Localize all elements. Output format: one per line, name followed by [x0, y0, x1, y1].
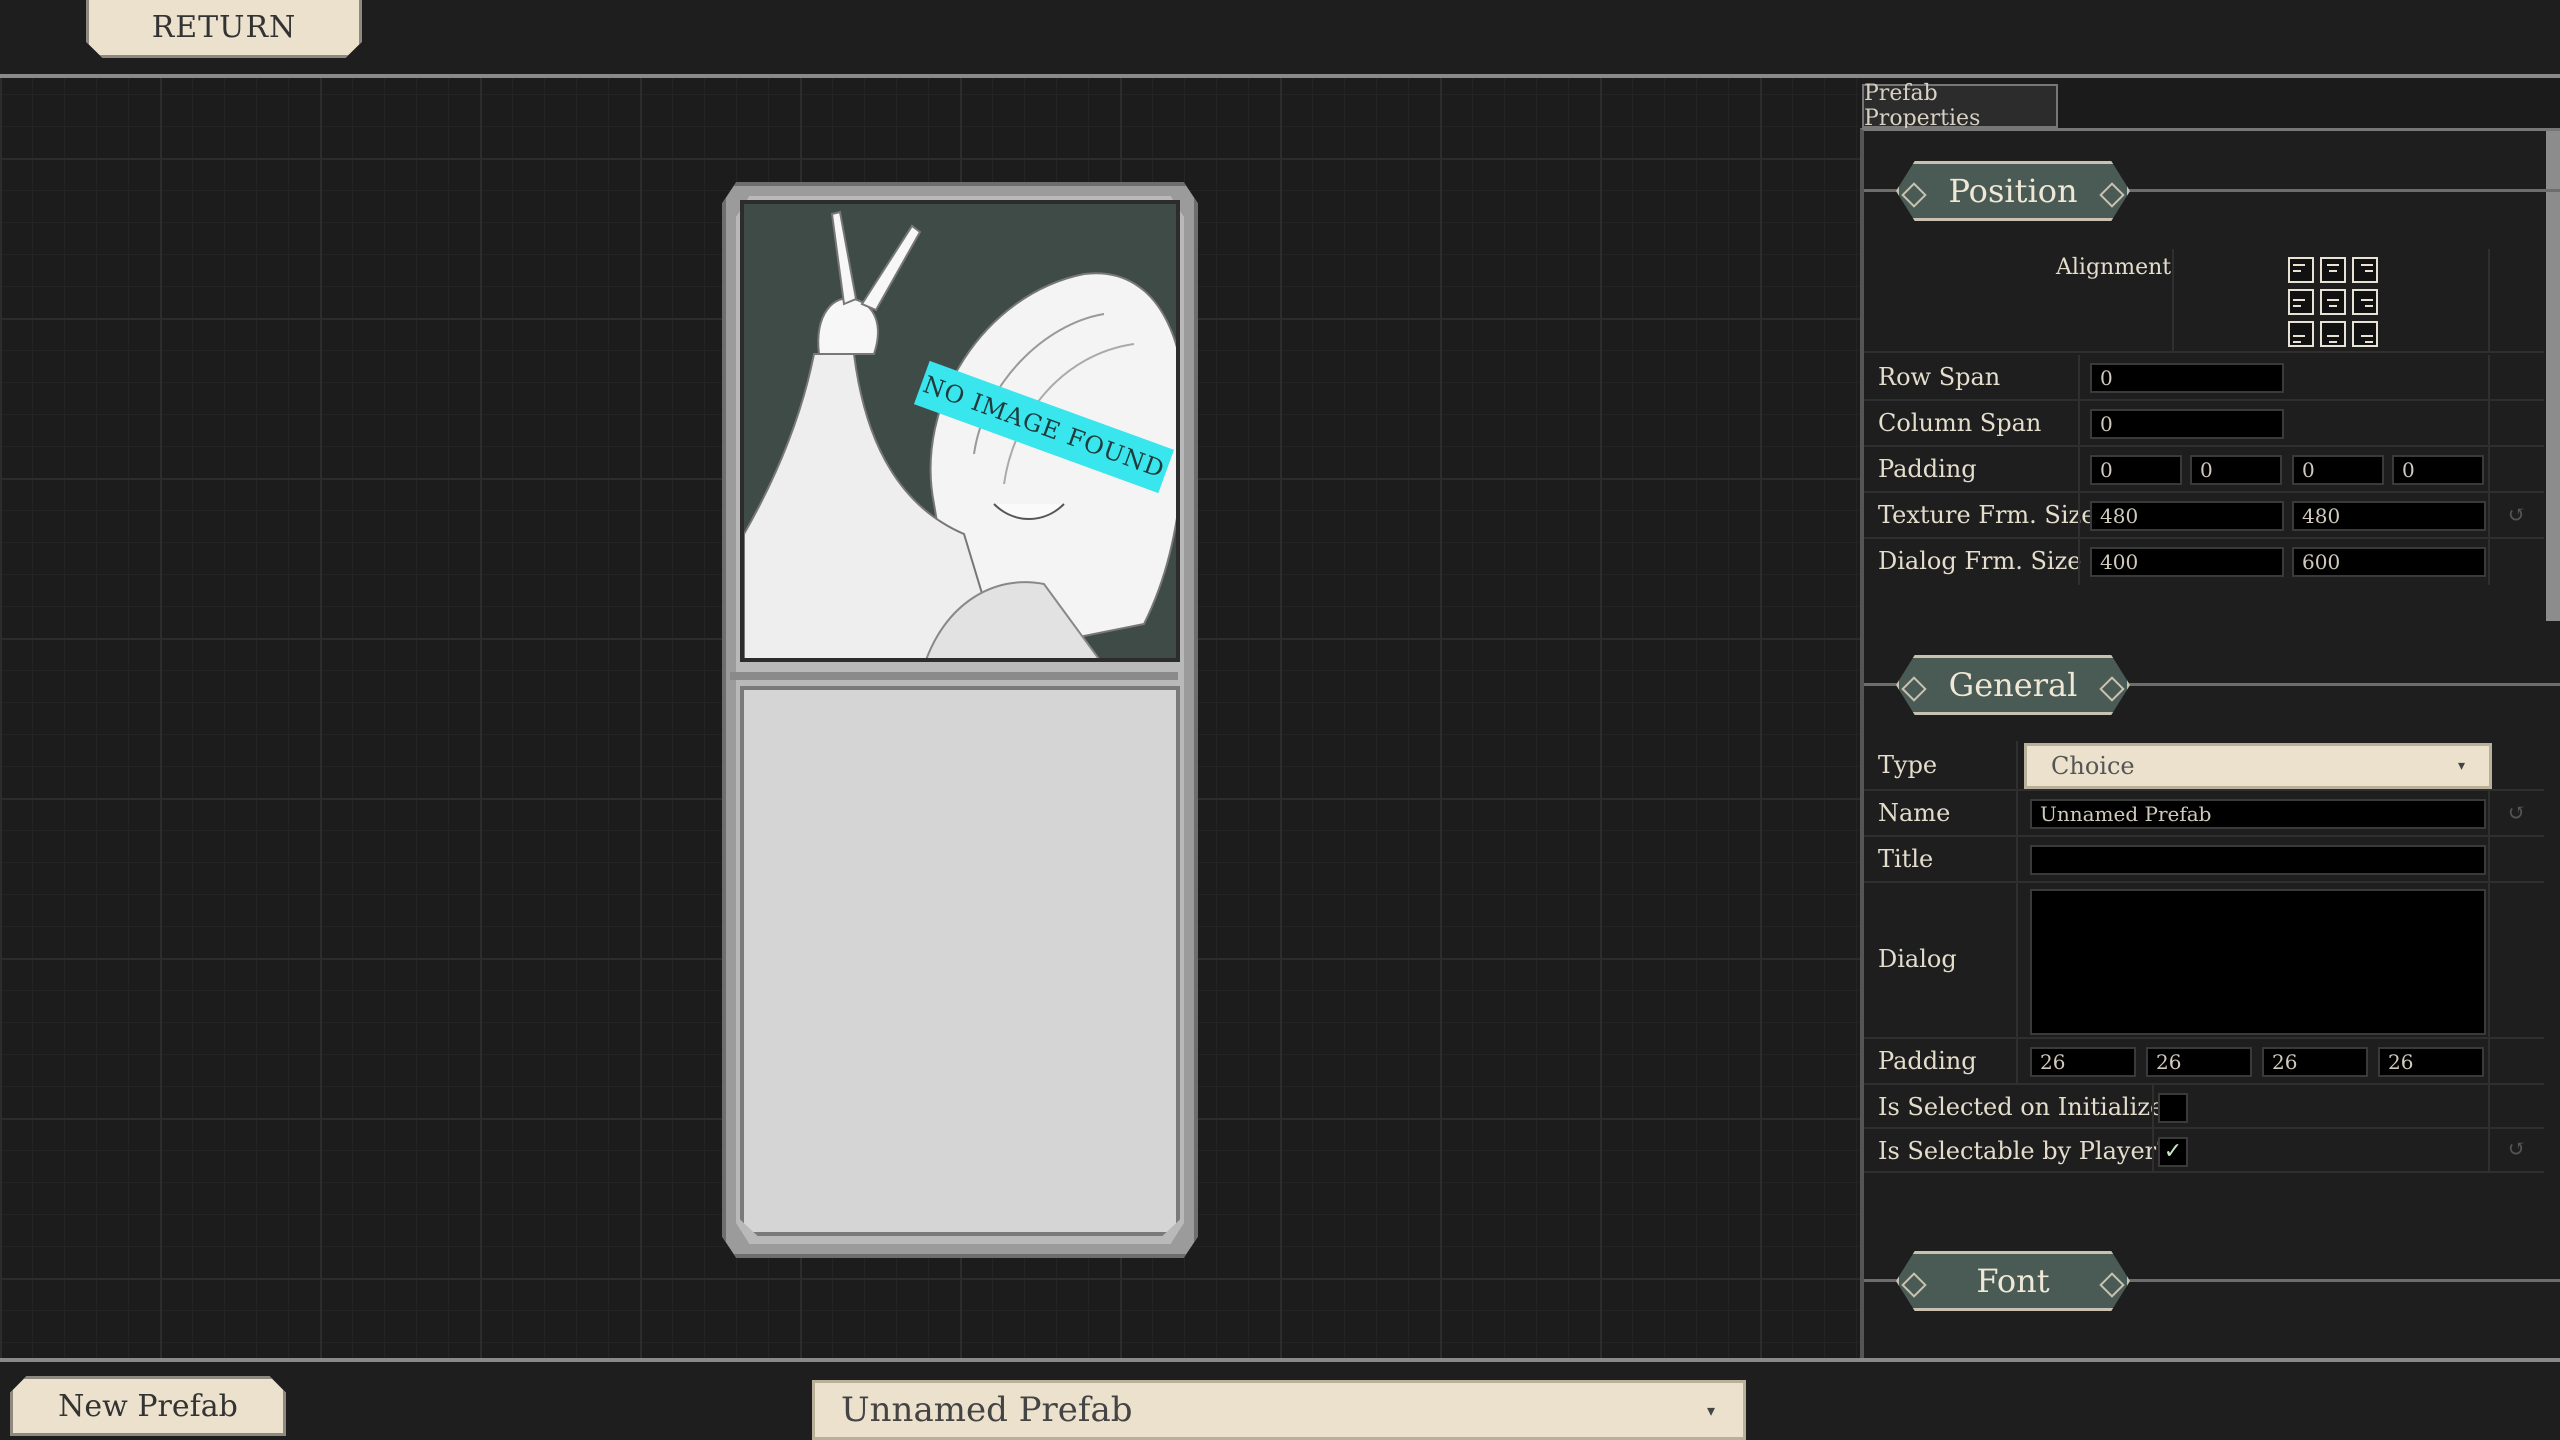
row-span-label: Row Span: [1878, 363, 2001, 391]
prefab-select[interactable]: Unnamed Prefab ▾: [812, 1380, 1746, 1440]
type-select[interactable]: Choice ▾: [2024, 743, 2492, 789]
dialog-height-input[interactable]: 600: [2292, 547, 2486, 577]
align-middle-left-icon[interactable]: [2288, 289, 2314, 315]
section-general-header: General: [1864, 655, 2560, 715]
texture-size-row: Texture Frm. Size 480 480 ↺: [1864, 493, 2544, 539]
prefab-card-preview[interactable]: NO IMAGE FOUND: [722, 182, 1198, 1258]
top-bar: [0, 0, 2560, 76]
texture-size-label: Texture Frm. Size: [1878, 501, 2096, 529]
align-bottom-center-icon[interactable]: [2320, 321, 2346, 347]
general-padding-right-input[interactable]: 26: [2146, 1047, 2252, 1077]
align-bottom-left-icon[interactable]: [2288, 321, 2314, 347]
section-font-header: Font: [1864, 1251, 2560, 1311]
selectable-label: Is Selectable by Player?: [1878, 1137, 2169, 1165]
position-padding-right-input[interactable]: 0: [2190, 455, 2282, 485]
new-prefab-button[interactable]: New Prefab: [10, 1376, 286, 1436]
row-span-input[interactable]: 0: [2090, 363, 2284, 393]
position-padding-bottom-input[interactable]: 0: [2292, 455, 2384, 485]
type-label: Type: [1878, 751, 1938, 779]
return-button[interactable]: RETURN: [86, 0, 362, 58]
dialog-textarea[interactable]: [2030, 889, 2486, 1035]
title-input[interactable]: [2030, 845, 2486, 875]
selected-on-init-checkbox[interactable]: [2158, 1093, 2188, 1123]
texture-height-input[interactable]: 480: [2292, 501, 2486, 531]
caret-down-icon: ▾: [1706, 1400, 1715, 1420]
checkmark-icon: ✓: [2163, 1139, 2183, 1164]
position-padding-left-input[interactable]: 0: [2392, 455, 2484, 485]
general-padding-bottom-input[interactable]: 26: [2262, 1047, 2368, 1077]
row-span-row: Row Span 0: [1864, 355, 2544, 401]
card-image-frame: NO IMAGE FOUND: [740, 200, 1180, 662]
type-row: Type Choice ▾: [1864, 741, 2544, 791]
alignment-label: Alignment: [2056, 255, 2172, 280]
general-padding-label: Padding: [1878, 1047, 1977, 1075]
section-position-header: Position: [1864, 161, 2560, 221]
title-row: Title: [1864, 837, 2544, 883]
selectable-row: Is Selectable by Player? ✓ ↺: [1864, 1129, 2544, 1173]
column-span-input[interactable]: 0: [2090, 409, 2284, 439]
card-divider: [730, 672, 1178, 680]
align-middle-right-icon[interactable]: [2352, 289, 2378, 315]
selectable-reset-icon[interactable]: ↺: [2504, 1137, 2530, 1163]
dialog-width-input[interactable]: 400: [2090, 547, 2284, 577]
section-font-title: Font: [1896, 1251, 2130, 1311]
name-label: Name: [1878, 799, 1951, 827]
position-padding-label: Padding: [1878, 455, 1977, 483]
name-row: Name Unnamed Prefab ↺: [1864, 791, 2544, 837]
prefab-properties-panel: Position Alignment Row Span 0 Column Spa…: [1860, 128, 2560, 1358]
title-label: Title: [1878, 845, 1934, 873]
name-input[interactable]: Unnamed Prefab: [2030, 799, 2486, 829]
dialog-size-row: Dialog Frm. Size 400 600: [1864, 539, 2544, 585]
position-padding-top-input[interactable]: 0: [2090, 455, 2182, 485]
texture-size-reset-icon[interactable]: ↺: [2504, 503, 2530, 529]
texture-width-input[interactable]: 480: [2090, 501, 2284, 531]
align-top-right-icon[interactable]: [2352, 257, 2378, 283]
column-span-row: Column Span 0: [1864, 401, 2544, 447]
selected-on-init-row: Is Selected on Initialize?: [1864, 1085, 2544, 1129]
tab-prefab-properties[interactable]: Prefab Properties: [1862, 81, 2058, 131]
general-padding-left-input[interactable]: 26: [2378, 1047, 2484, 1077]
selected-on-init-label: Is Selected on Initialize?: [1878, 1093, 2178, 1121]
alignment-grid[interactable]: [2288, 257, 2378, 347]
align-top-center-icon[interactable]: [2320, 257, 2346, 283]
align-top-left-icon[interactable]: [2288, 257, 2314, 283]
column-span-label: Column Span: [1878, 409, 2042, 437]
section-general-title: General: [1896, 655, 2130, 715]
position-padding-row: Padding 0 0 0 0: [1864, 447, 2544, 493]
dialog-label: Dialog: [1878, 945, 1957, 973]
dialog-size-label: Dialog Frm. Size: [1878, 547, 2082, 575]
prefab-select-value: Unnamed Prefab: [841, 1390, 1133, 1430]
selectable-checkbox[interactable]: ✓: [2158, 1137, 2188, 1167]
dialog-row: Dialog: [1864, 883, 2544, 1039]
name-reset-icon[interactable]: ↺: [2504, 801, 2530, 827]
alignment-row: Alignment: [1864, 249, 2544, 353]
general-padding-top-input[interactable]: 26: [2030, 1047, 2136, 1077]
section-position-title: Position: [1896, 161, 2130, 221]
caret-down-icon: ▾: [2457, 758, 2465, 774]
type-select-value: Choice: [2051, 752, 2135, 780]
general-padding-row: Padding 26 26 26 26: [1864, 1039, 2544, 1085]
card-dialog-area: [740, 686, 1180, 1236]
align-middle-center-icon[interactable]: [2320, 289, 2346, 315]
align-bottom-right-icon[interactable]: [2352, 321, 2378, 347]
